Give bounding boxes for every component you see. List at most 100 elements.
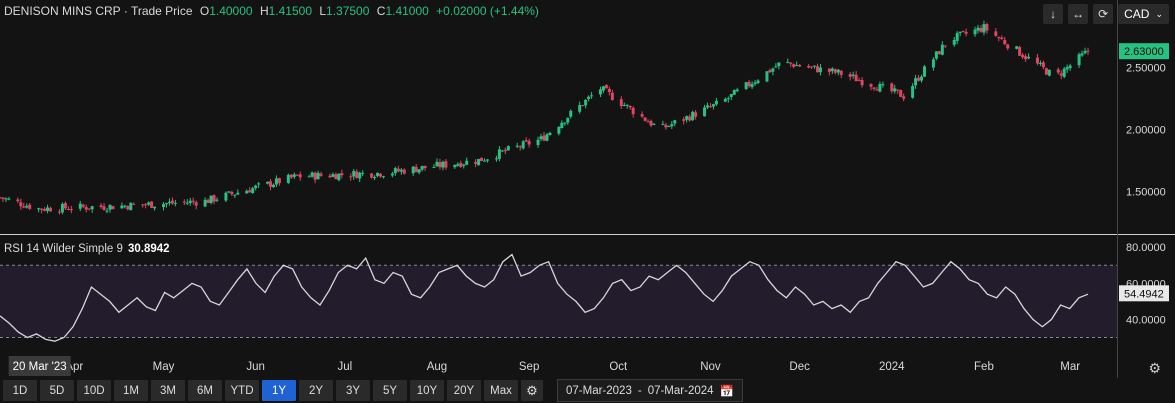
candle-body xyxy=(19,202,23,207)
candle-body xyxy=(99,205,103,208)
instrument-header: DENISON MINS CRP · Trade Price O1.40000 … xyxy=(4,4,539,18)
candle-body xyxy=(43,208,47,211)
candle-body xyxy=(129,202,133,211)
candle-body xyxy=(46,207,50,211)
candle-body xyxy=(708,106,712,108)
candle-body xyxy=(768,70,772,73)
candle-body xyxy=(209,195,213,203)
candle-body xyxy=(81,204,85,207)
price-tick-label: 2.00000 xyxy=(1126,124,1166,136)
candle-body xyxy=(976,27,980,31)
candle-body xyxy=(955,32,959,41)
candle-body xyxy=(212,195,216,202)
candle-body xyxy=(923,66,927,77)
candle-body xyxy=(441,161,445,168)
candle-body xyxy=(587,96,591,99)
price-type: Trade Price xyxy=(130,4,193,18)
collapse-icon[interactable]: ↔ xyxy=(1068,4,1089,24)
candle-body xyxy=(444,161,448,168)
gear-icon[interactable]: ⚙ xyxy=(1148,360,1161,377)
range-button-20y[interactable]: 20Y xyxy=(447,380,481,401)
candle-body xyxy=(381,176,385,178)
currency-select[interactable]: CAD ⌄ xyxy=(1118,4,1169,24)
date-range-picker[interactable]: 07-Mar-2023 - 07-Mar-2024 📅 xyxy=(557,379,743,402)
candle-body xyxy=(1068,65,1072,69)
candle-body xyxy=(1024,56,1028,60)
candle-body xyxy=(833,69,837,73)
candle-body xyxy=(563,122,567,124)
refresh-icon[interactable]: ⟳ xyxy=(1093,4,1114,24)
candle-body xyxy=(316,172,320,180)
gear-icon[interactable]: ⚙ xyxy=(521,380,543,401)
candle-body xyxy=(607,88,611,93)
range-button-3m[interactable]: 3M xyxy=(151,380,185,401)
candle-body xyxy=(465,160,469,165)
candle-body xyxy=(292,174,296,177)
candle-body xyxy=(352,171,356,177)
range-button-1y[interactable]: 1Y xyxy=(262,380,296,401)
candle-body xyxy=(233,194,237,196)
candle-body xyxy=(477,158,481,166)
candle-body xyxy=(732,89,736,95)
price-chart[interactable]: RSI 14 Wilder Simple 9 30.8942 80.000060.0… xyxy=(0,0,1175,378)
candle-body xyxy=(1,197,5,199)
range-button-10d[interactable]: 10D xyxy=(77,380,111,401)
candle-body xyxy=(1056,69,1060,73)
candle-body xyxy=(57,211,61,213)
time-axis-label: Jun xyxy=(246,361,265,373)
candle-body xyxy=(827,68,831,72)
candle-body xyxy=(126,206,130,210)
candle-body xyxy=(747,81,751,86)
range-button-10y[interactable]: 10Y xyxy=(410,380,444,401)
candle-body xyxy=(298,174,302,178)
candle-body xyxy=(274,178,278,185)
candle-body xyxy=(703,107,707,117)
time-axis-label: Nov xyxy=(700,361,721,373)
candle-body xyxy=(1044,68,1048,75)
candle-body xyxy=(295,174,299,176)
candle-body xyxy=(286,174,290,183)
chevron-down-icon: ⌄ xyxy=(1155,8,1163,19)
candle-body xyxy=(982,24,986,33)
candle-body xyxy=(937,51,941,55)
candle-body xyxy=(610,92,614,101)
candle-body xyxy=(417,169,421,173)
range-button-1d[interactable]: 1D xyxy=(3,380,37,401)
range-button-3y[interactable]: 3Y xyxy=(336,380,370,401)
candle-body xyxy=(227,191,231,193)
candle-body xyxy=(393,168,397,174)
candle-body xyxy=(765,71,769,82)
range-button-5y[interactable]: 5Y xyxy=(373,380,407,401)
candle-body xyxy=(206,199,210,204)
range-button-1m[interactable]: 1M xyxy=(114,380,148,401)
candle-body xyxy=(150,201,154,208)
candle-body xyxy=(979,27,983,32)
candle-body xyxy=(1021,54,1025,58)
candle-body xyxy=(60,203,64,213)
range-button-max[interactable]: Max xyxy=(484,380,518,401)
candle-body xyxy=(682,119,686,121)
candle-body xyxy=(236,192,240,195)
arrow-down-icon[interactable]: ↓ xyxy=(1043,4,1064,24)
range-button-5d[interactable]: 5D xyxy=(40,380,74,401)
candle-body xyxy=(625,104,629,106)
candle-body xyxy=(105,210,109,212)
candle-body xyxy=(361,172,365,174)
rsi-label: RSI 14 Wilder Simple 9 xyxy=(4,243,123,255)
candle-body xyxy=(358,172,362,179)
candle-body xyxy=(245,190,249,194)
candle-body xyxy=(399,169,403,172)
candle-body xyxy=(661,123,665,125)
candle-body xyxy=(815,66,819,73)
range-button-ytd[interactable]: YTD xyxy=(225,380,259,401)
range-button-2y[interactable]: 2Y xyxy=(299,380,333,401)
candle-body xyxy=(102,206,106,210)
calendar-icon: 📅 xyxy=(719,385,734,398)
candle-body xyxy=(111,206,115,210)
candle-body xyxy=(515,145,519,147)
price-tick-label: 2.50000 xyxy=(1126,62,1166,74)
range-button-6m[interactable]: 6M xyxy=(188,380,222,401)
candle-body xyxy=(503,149,507,152)
candle-body xyxy=(848,74,852,77)
candle-body xyxy=(132,203,136,205)
